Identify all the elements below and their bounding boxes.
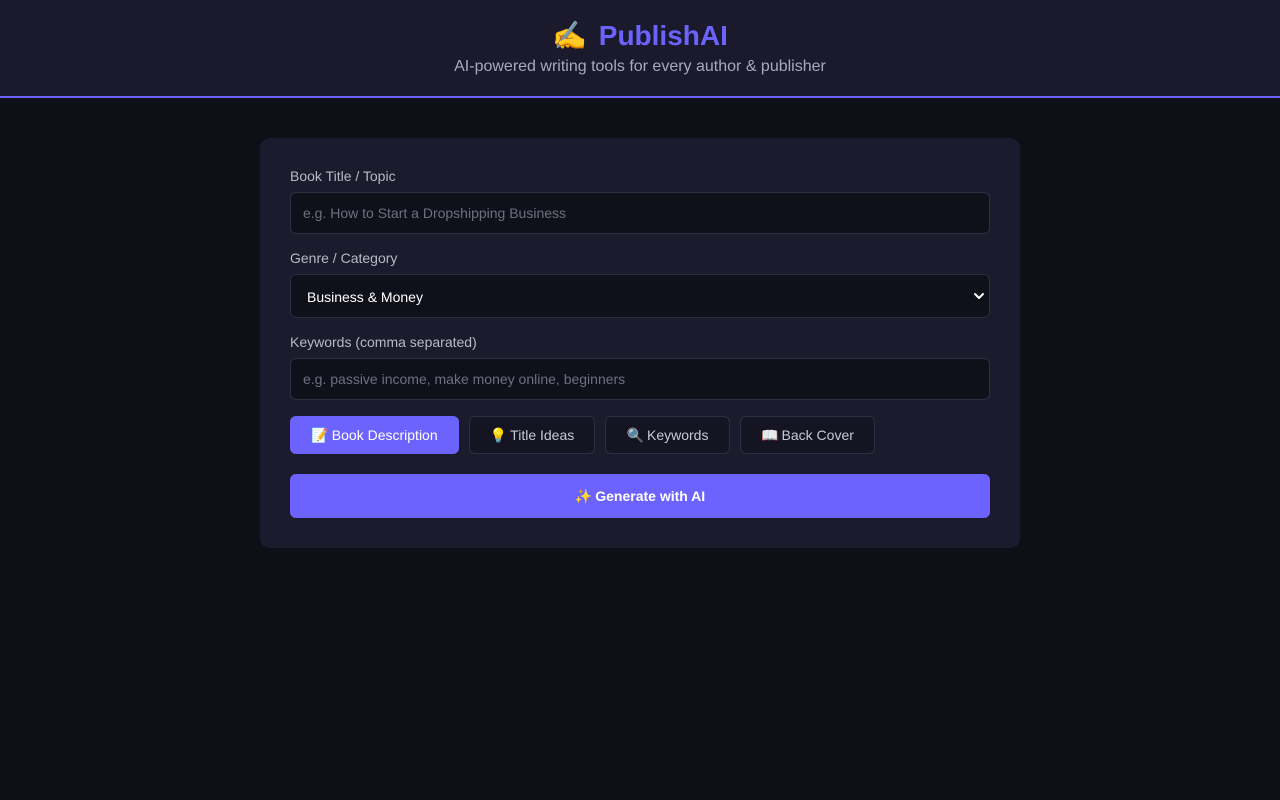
magnifier-icon: 🔍 [626, 427, 644, 443]
tab-book-description[interactable]: 📝 Book Description [290, 416, 459, 454]
writing-hand-icon: ✍️ [552, 20, 587, 51]
book-title-label: Book Title / Topic [290, 168, 396, 184]
keywords-label: Keywords (comma separated) [290, 334, 477, 350]
sparkles-icon: ✨ [574, 488, 593, 504]
tab-label: Title Ideas [510, 427, 575, 443]
book-title-input[interactable] [290, 192, 990, 234]
app-header: ✍️ PublishAI AI-powered writing tools fo… [0, 0, 1280, 98]
tab-title-ideas[interactable]: 💡 Title Ideas [469, 416, 595, 454]
chevron-down-icon [974, 293, 984, 299]
tab-label: Back Cover [781, 427, 854, 443]
tab-back-cover[interactable]: 📖 Back Cover [740, 416, 875, 454]
tab-keywords[interactable]: 🔍 Keywords [605, 416, 730, 454]
genre-label: Genre / Category [290, 250, 398, 266]
genre-selected-value: Business & Money [307, 289, 423, 305]
generator-form-card: Book Title / Topic Genre / Category Busi… [260, 138, 1020, 548]
lightbulb-icon: 💡 [489, 427, 508, 443]
open-book-icon: 📖 [761, 427, 779, 443]
memo-icon: 📝 [311, 427, 329, 443]
generate-button[interactable]: ✨ Generate with AI [290, 474, 990, 518]
app-title: PublishAI [598, 20, 728, 51]
app-tagline: AI-powered writing tools for every autho… [454, 58, 826, 75]
tab-label: Book Description [331, 427, 438, 443]
genre-select[interactable]: Business & Money [290, 274, 990, 318]
generate-button-label: Generate with AI [595, 488, 706, 504]
app-brand: ✍️ PublishAI [0, 18, 1280, 54]
keywords-input[interactable] [290, 358, 990, 400]
tab-label: Keywords [646, 427, 709, 443]
